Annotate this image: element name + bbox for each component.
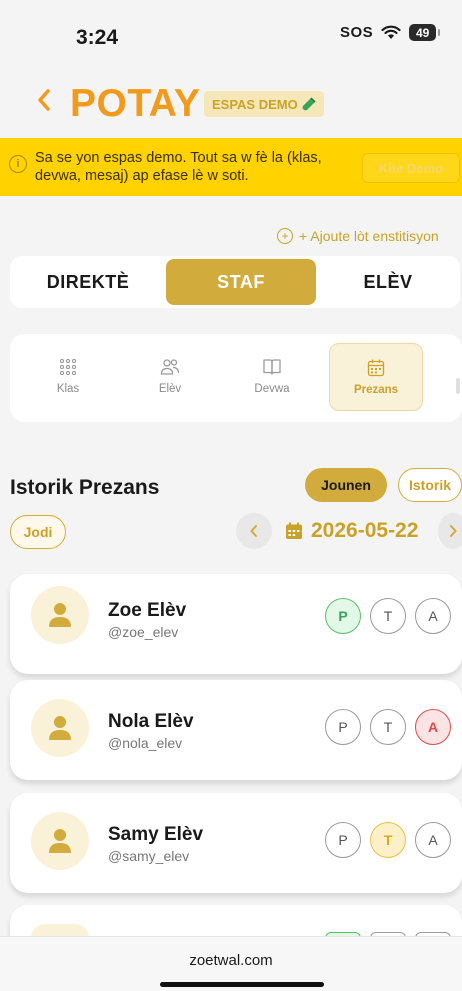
add-institution-label: + Ajoute lòt enstitisyon (299, 228, 439, 244)
wifi-icon (381, 25, 401, 39)
avatar (31, 699, 89, 757)
tab-staff[interactable]: STAF (166, 259, 316, 305)
calendar-icon (286, 522, 302, 539)
tab-student[interactable]: ELÈV (316, 256, 460, 308)
grid-icon (59, 358, 77, 376)
previous-date-button[interactable] (236, 513, 272, 549)
present-button[interactable]: P (325, 709, 361, 745)
back-button[interactable] (36, 88, 58, 118)
demo-badge: ESPAS DEMO (204, 91, 324, 117)
nav-label-students: Elèv (158, 383, 182, 395)
url-text: zoetwal.com (189, 952, 273, 969)
leave-demo-button[interactable]: Kite Demo (362, 153, 460, 183)
history-view-button[interactable]: Istorik (398, 468, 462, 502)
student-name: Nola Elèv (108, 711, 194, 732)
absent-button[interactable]: A (415, 822, 451, 858)
nav-item-homework[interactable]: Devwa (236, 346, 308, 406)
absent-button[interactable]: A (415, 709, 451, 745)
absent-button[interactable]: A (415, 598, 451, 634)
nav-label-attendance: Prezans (353, 384, 399, 396)
nav-item-attendance[interactable]: Prezans (329, 343, 423, 411)
avatar (31, 586, 89, 644)
nav-item-students[interactable]: Elèv (134, 346, 206, 406)
selected-date-value: 2026-05-22 (311, 519, 419, 542)
student-name: Samy Elèv (108, 824, 204, 845)
avatar (31, 812, 89, 870)
today-button[interactable]: Jodi (10, 515, 66, 549)
tab-director[interactable]: DIREKTÈ (10, 256, 166, 308)
info-icon: i (9, 155, 27, 173)
tardy-button[interactable]: T (370, 709, 406, 745)
scroll-hint (456, 378, 460, 394)
tardy-button[interactable]: T (370, 822, 406, 858)
user-icon (49, 716, 71, 740)
tardy-button[interactable]: T (370, 598, 406, 634)
book-icon (263, 359, 281, 375)
battery-icon: 49 (409, 24, 441, 41)
next-date-button[interactable] (438, 513, 462, 549)
status-icons: SOS 49 (340, 24, 441, 41)
app-title: POTAY (70, 82, 201, 125)
add-institution-link[interactable]: + + Ajoute lòt enstitisyon (277, 228, 439, 244)
home-indicator[interactable] (160, 982, 324, 987)
student-handle: @zoe_elev (108, 624, 179, 640)
sos-indicator: SOS (340, 24, 374, 41)
user-icon (49, 603, 71, 627)
users-icon (160, 359, 180, 375)
chevron-left-icon (38, 89, 50, 111)
section-title: Istorik Prezans (10, 476, 160, 499)
plus-circle-icon: + (277, 228, 293, 244)
student-handle: @nola_elev (108, 735, 183, 751)
student-handle: @samy_elev (108, 848, 190, 864)
demo-banner-text: Sa se yon espas demo. Tout sa w fè la (k… (35, 150, 322, 184)
nav-item-classes[interactable]: Klas (32, 346, 104, 406)
nav-label-classes: Klas (56, 383, 80, 395)
test-tube-icon (302, 97, 316, 111)
calendar-icon (367, 359, 385, 377)
selected-date[interactable]: 2026-05-22 (285, 519, 418, 543)
daily-view-button[interactable]: Jounen (305, 468, 387, 502)
student-name: Zoe Elèv (108, 600, 187, 621)
present-button[interactable]: P (325, 822, 361, 858)
chevron-right-icon (450, 525, 457, 537)
status-time: 3:24 (76, 26, 119, 49)
demo-badge-label: ESPAS DEMO (212, 96, 298, 112)
nav-label-homework: Devwa (254, 383, 290, 395)
present-button[interactable]: P (325, 598, 361, 634)
chevron-left-icon (250, 525, 257, 537)
user-icon (49, 829, 71, 853)
